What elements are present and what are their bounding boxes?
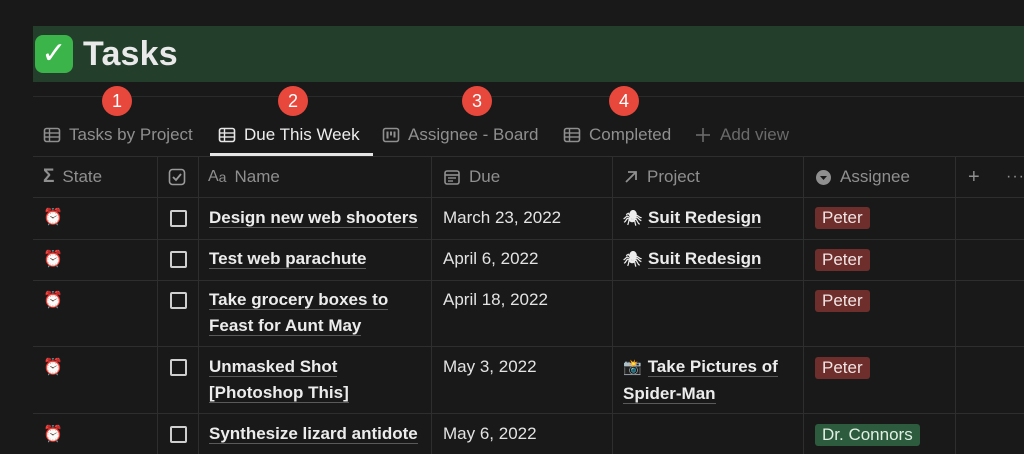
calendar-icon	[444, 170, 460, 185]
spider-icon: 🕷	[623, 251, 643, 268]
annotation-badge-3: 3	[462, 86, 492, 116]
tab-label: Due This Week	[244, 125, 360, 144]
plus-icon	[696, 128, 710, 142]
done-checkbox[interactable]	[170, 359, 187, 376]
row-divider	[33, 280, 1024, 281]
project-link[interactable]: 🕷 Suit Redesign	[623, 246, 762, 273]
header-divider	[33, 96, 1024, 97]
alarm-clock-icon: ⏰	[43, 209, 63, 226]
tab-completed[interactable]: Completed	[563, 116, 671, 154]
select-icon	[816, 169, 831, 185]
alarm-clock-icon: ⏰	[43, 292, 63, 309]
annotation-badge-4: 4	[609, 86, 639, 116]
column-header-project[interactable]: Project	[623, 157, 700, 197]
alarm-clock-icon: ⏰	[43, 359, 63, 376]
assignee-tag[interactable]: Peter	[815, 207, 870, 229]
tab-assignee-board[interactable]: Assignee - Board	[382, 116, 538, 154]
alarm-clock-icon: ⏰	[43, 426, 63, 443]
column-divider	[612, 157, 613, 454]
task-name[interactable]: Take grocery boxes to Feast for Aunt May	[209, 287, 389, 339]
tab-label: Tasks by Project	[69, 125, 193, 144]
task-name[interactable]: Synthesize lizard antidote	[209, 421, 418, 447]
spider-icon: 🕷	[623, 210, 643, 227]
page-title: Tasks	[83, 34, 178, 73]
header-bottom-border	[33, 197, 1024, 198]
tab-due-this-week[interactable]: Due This Week	[218, 116, 360, 154]
camera-flash-icon: 📸	[623, 359, 642, 376]
task-name[interactable]: Unmasked Shot [Photoshop This]	[209, 354, 349, 406]
table-icon	[43, 127, 61, 143]
tab-label: Assignee - Board	[408, 125, 539, 144]
done-checkbox[interactable]	[170, 426, 187, 443]
annotation-badge-2: 2	[278, 86, 308, 116]
check-mark-icon: ✓	[35, 35, 73, 73]
assignee-tag[interactable]: Peter	[815, 357, 870, 379]
sigma-icon: Σ	[43, 166, 55, 187]
view-tabs: Tasks by Project Due This Week Assignee …	[33, 116, 1024, 156]
tab-label: Add view	[720, 125, 789, 144]
column-header-state[interactable]: Σ State	[43, 157, 102, 197]
due-date: April 18, 2022	[443, 290, 548, 309]
column-divider	[803, 157, 804, 454]
checkbox-icon	[168, 168, 186, 186]
more-options-button[interactable]: ···	[1006, 157, 1024, 197]
board-icon	[382, 127, 400, 143]
due-date: March 23, 2022	[443, 208, 562, 227]
task-name[interactable]: Design new web shooters	[209, 205, 418, 231]
due-date: April 6, 2022	[443, 249, 539, 268]
column-header-name[interactable]: Aa Name	[208, 157, 280, 197]
done-checkbox[interactable]	[170, 210, 187, 227]
column-divider	[198, 157, 199, 454]
text-aa-icon: Aa	[208, 168, 227, 185]
add-view-button[interactable]: Add view	[694, 116, 789, 154]
assignee-tag[interactable]: Dr. Connors	[815, 424, 920, 446]
column-divider	[955, 157, 956, 454]
row-divider	[33, 239, 1024, 240]
due-date: May 6, 2022	[443, 424, 537, 443]
alarm-clock-icon: ⏰	[43, 251, 63, 268]
column-header-due[interactable]: Due	[443, 157, 500, 197]
page-header: ✓ Tasks	[33, 26, 1024, 82]
tab-label: Completed	[589, 125, 672, 144]
task-name[interactable]: Test web parachute	[209, 246, 367, 272]
annotation-badge-1: 1	[102, 86, 132, 116]
column-header-assignee[interactable]: Assignee	[815, 157, 910, 197]
column-header-checkbox[interactable]	[168, 157, 186, 197]
done-checkbox[interactable]	[170, 251, 187, 268]
table-icon	[218, 127, 236, 143]
arrow-up-right-icon	[625, 171, 637, 183]
done-checkbox[interactable]	[170, 292, 187, 309]
add-property-button[interactable]: +	[968, 157, 980, 197]
assignee-tag[interactable]: Peter	[815, 290, 870, 312]
column-divider	[157, 157, 158, 454]
row-divider	[33, 413, 1024, 414]
due-date: May 3, 2022	[443, 357, 537, 376]
column-divider	[431, 157, 432, 454]
project-link[interactable]: 🕷 Suit Redesign	[623, 205, 762, 232]
tab-tasks-by-project[interactable]: Tasks by Project	[43, 116, 193, 154]
project-link[interactable]: 📸 Take Pictures of Spider-Man	[623, 354, 778, 407]
assignee-tag[interactable]: Peter	[815, 249, 870, 271]
row-divider	[33, 346, 1024, 347]
table-icon	[563, 127, 581, 143]
